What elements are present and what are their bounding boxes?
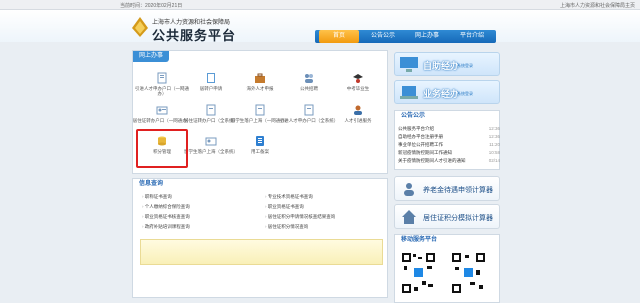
nav-announcements[interactable]: 公告公示	[363, 30, 403, 43]
house-icon	[402, 210, 416, 224]
pension-calculator-button[interactable]: 养老金待遇申领计算器	[394, 176, 500, 201]
top-bar: 当前时间：2020年02月21日 上海市人力资源和社会保障局主页	[0, 0, 640, 10]
bureau-homepage-link[interactable]: 上海市人力资源和社会保障局主页	[560, 2, 635, 9]
id-card-icon	[156, 106, 168, 115]
notices-title: 公告公示	[401, 113, 426, 119]
query-link[interactable]: 居住证积分申请情况核查结果查询	[265, 214, 336, 220]
briefcase-icon	[255, 73, 265, 83]
business-login-banner[interactable]: 业务经办 系统登录	[394, 80, 500, 104]
person-icon	[404, 183, 414, 196]
query-link[interactable]: 职称证书查询	[142, 194, 172, 200]
laptop-icon	[400, 86, 418, 99]
self-service-sub: 系统登录	[457, 63, 473, 68]
notice-item[interactable]: 自助经办平台注册手册 12:36	[398, 134, 500, 140]
platform-title: 公共服务平台	[152, 28, 237, 43]
id-card-icon	[205, 137, 217, 146]
service-employment-filing[interactable]: 用工备案	[230, 135, 290, 154]
notice-item[interactable]: 关于疫情防控期间人才引进的通知 02/14	[398, 158, 500, 164]
document-icon	[304, 104, 314, 116]
mobile-title: 移动服务平台	[401, 237, 438, 243]
document-icon	[206, 104, 216, 116]
document-icon	[157, 72, 167, 84]
notice-item[interactable]: 公共服务平台介绍 12:36	[398, 126, 500, 132]
notice-item[interactable]: 新冠疫情防控期间工作通知 10:58	[398, 150, 500, 156]
nav-home[interactable]: 首页	[319, 30, 359, 43]
logo-icon	[132, 17, 148, 37]
qr-code-left	[400, 251, 437, 295]
nav-platform-intro[interactable]: 平台介绍	[451, 30, 493, 43]
notice-item[interactable]: 事业单位公开招聘工作 11:20	[398, 142, 500, 148]
business-label: 业务经办	[423, 89, 460, 99]
query-link[interactable]: 职业资格证书核查查询	[142, 214, 190, 220]
site-header: 上海市人力资源和社会保障局 公共服务平台 首页 公告公示 网上办事 平台介绍	[0, 10, 640, 43]
info-query-title: 信息查询	[139, 181, 164, 187]
query-link[interactable]: 居住证积分情况查询	[265, 224, 309, 230]
self-service-label: 自助经办	[423, 61, 460, 71]
qr-code-icon	[451, 252, 486, 294]
points-calculator-button[interactable]: 居住证积分模拟计算器	[394, 204, 500, 229]
business-sub: 系统登录	[457, 91, 473, 96]
notebook-icon	[207, 73, 215, 83]
nav-online-services[interactable]: 网上办事	[407, 30, 447, 43]
people-icon	[305, 74, 313, 83]
info-banner	[140, 239, 383, 265]
current-date: 当前时间：2020年02月21日	[120, 3, 183, 9]
main-nav: 首页 公告公示 网上办事 平台介绍	[315, 30, 496, 43]
list-icon	[256, 136, 264, 146]
service-graduates[interactable]: 中考毕业生	[328, 72, 388, 91]
query-link[interactable]: 职业资格证书查询	[265, 204, 304, 210]
graduation-icon	[353, 74, 363, 83]
query-link[interactable]: 个人缴纳综合保险查询	[142, 204, 190, 210]
person-icon	[354, 105, 362, 115]
monitor-icon	[400, 57, 418, 72]
query-link[interactable]: 专业技术资格证书查询	[265, 194, 313, 200]
service-talent-introduction[interactable]: 人才引进服务	[328, 104, 388, 123]
self-service-login-banner[interactable]: 自助经办 系统登录	[394, 52, 500, 76]
highlight-box	[136, 129, 188, 168]
document-icon	[255, 104, 265, 116]
qr-code-right	[450, 251, 487, 295]
qr-code-icon	[401, 252, 436, 294]
online-services-title: 网上办事	[133, 51, 170, 62]
query-link[interactable]: 政府补贴培训课程查询	[142, 224, 190, 230]
